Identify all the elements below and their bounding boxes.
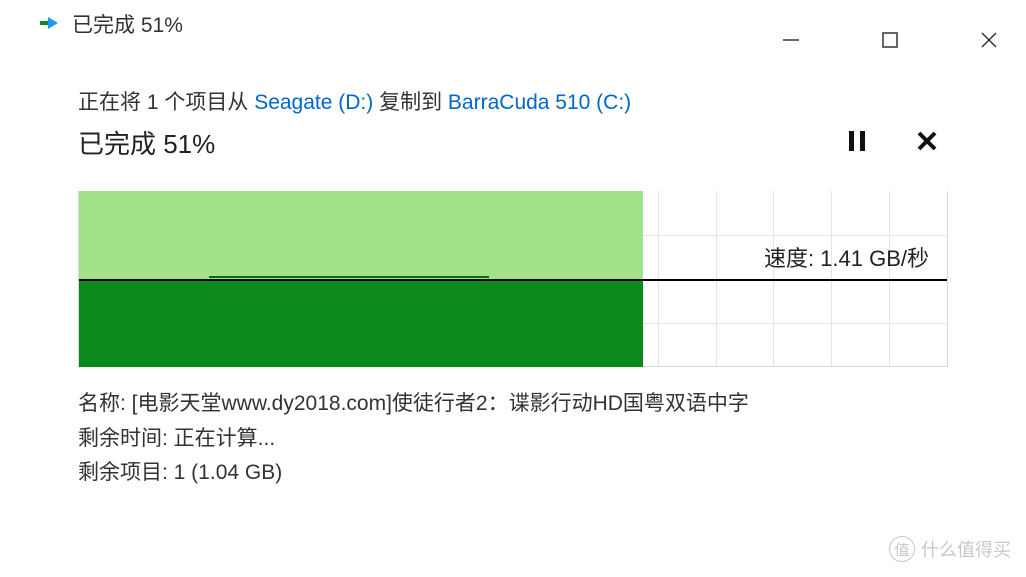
pause-button[interactable] xyxy=(848,130,866,156)
detail-name: 名称: [电影天堂www.dy2018.com]使徒行者2：谍影行动HD国粤双语… xyxy=(78,387,948,422)
speed-label: 速度: 1.41 GB/秒 xyxy=(764,241,929,273)
minimize-button[interactable] xyxy=(779,28,803,52)
chart-fill-lower xyxy=(79,281,643,367)
cancel-button[interactable] xyxy=(916,130,938,156)
progress-title: 已完成 51% xyxy=(78,124,848,161)
dest-link[interactable]: BarraCuda 510 (C:) xyxy=(448,91,631,114)
source-link[interactable]: Seagate (D:) xyxy=(254,91,373,114)
speed-chart: 速度: 1.41 GB/秒 xyxy=(78,191,948,367)
copy-progress-icon xyxy=(38,15,60,33)
detail-remaining-items: 剩余项目: 1 (1.04 GB) xyxy=(78,456,948,491)
detail-remaining-time: 剩余时间: 正在计算... xyxy=(78,422,948,457)
copy-description: 正在将 1 个项目从 Seagate (D:) 复制到 BarraCuda 51… xyxy=(78,86,948,116)
chart-fill-upper xyxy=(79,191,643,279)
maximize-button[interactable] xyxy=(878,28,902,52)
window-title: 已完成 51% xyxy=(72,9,183,39)
watermark: 值 什么值得买 xyxy=(889,536,1011,562)
chart-midline xyxy=(79,279,947,281)
watermark-icon: 值 xyxy=(889,536,915,562)
close-button[interactable] xyxy=(977,28,1001,52)
